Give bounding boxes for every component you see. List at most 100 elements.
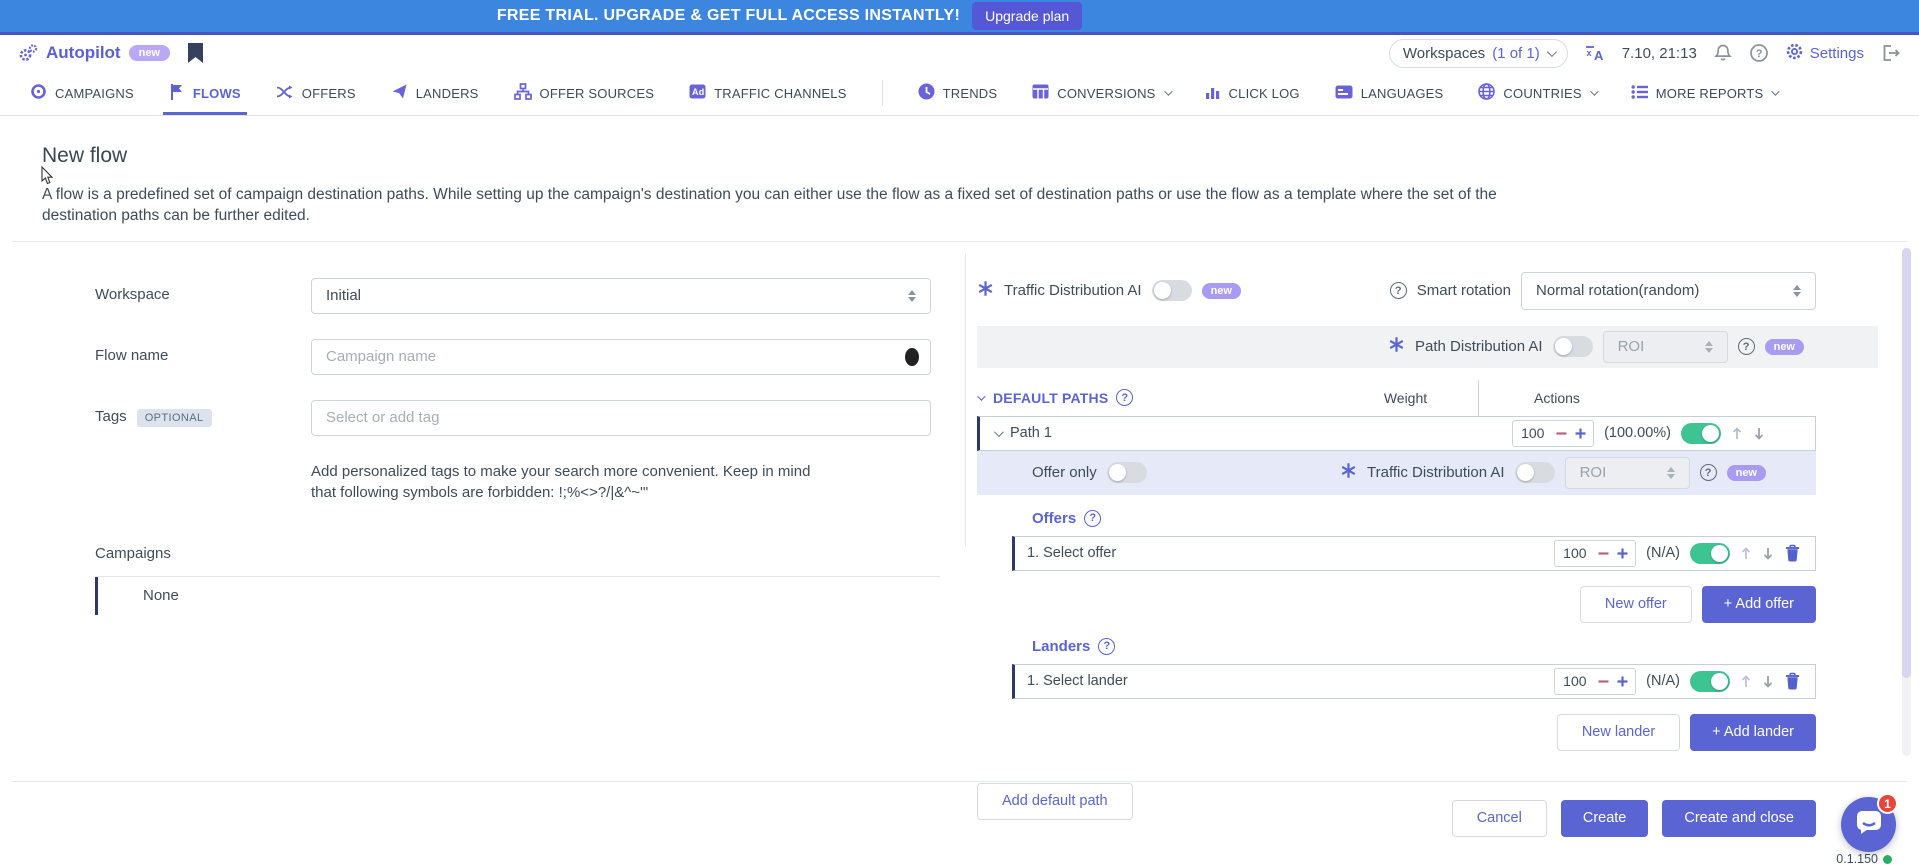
scrollbar-thumb[interactable] — [1902, 248, 1911, 678]
chat-icon — [1855, 809, 1883, 840]
app-version: 0.1.150 — [1836, 852, 1892, 866]
new-badge: new — [1202, 283, 1241, 299]
smart-rotation-select[interactable]: Normal rotation(random) — [1521, 272, 1816, 310]
path-distribution-help-icon[interactable] — [1738, 338, 1755, 355]
new-offer-button[interactable]: New offer — [1580, 586, 1692, 623]
offer-weight-input[interactable] — [1557, 545, 1591, 561]
delete-trash-icon[interactable] — [1784, 672, 1801, 690]
nav-separator — [882, 80, 883, 106]
select-stepper-icon — [1667, 467, 1675, 479]
new-lander-button[interactable]: New lander — [1557, 714, 1680, 751]
offer-only-toggle[interactable] — [1107, 462, 1147, 483]
globe-icon — [1478, 83, 1495, 103]
add-default-path-button[interactable]: Add default path — [977, 783, 1133, 820]
svg-text:A: A — [1594, 48, 1604, 63]
brand[interactable]: Autopilot new — [18, 43, 170, 63]
chat-widget-button[interactable]: 1 — [1841, 797, 1896, 852]
move-up-icon[interactable] — [1740, 546, 1752, 561]
offer-enabled-toggle[interactable] — [1690, 543, 1730, 564]
ad-icon: Ad — [689, 84, 706, 102]
scrollbar[interactable] — [1902, 248, 1911, 756]
default-paths-help-icon[interactable] — [1116, 389, 1133, 406]
brand-name: Autopilot — [46, 43, 121, 63]
tab-traffic-channels[interactable]: Ad TRAFFIC CHANNELS — [689, 71, 847, 115]
tab-conversions[interactable]: CONVERSIONS — [1032, 71, 1169, 115]
move-down-icon[interactable] — [1762, 546, 1774, 561]
flow-name-input[interactable] — [311, 339, 931, 375]
tags-input[interactable] — [311, 400, 931, 436]
notifications-bell-icon[interactable] — [1713, 43, 1733, 63]
tab-offers[interactable]: OFFERS — [276, 71, 356, 115]
path-traffic-ai-toggle[interactable] — [1515, 462, 1555, 483]
optional-badge: OPTIONAL — [137, 409, 212, 427]
lander-enabled-toggle[interactable] — [1690, 671, 1730, 692]
tab-flows[interactable]: FLOWS — [169, 71, 241, 115]
bookmark-icon[interactable] — [188, 43, 203, 63]
select-stepper-icon — [908, 290, 916, 302]
path-name: Path 1 — [1010, 425, 1052, 441]
path-roi-select[interactable]: ROI — [1603, 331, 1728, 363]
main-nav: CAMPAIGNS FLOWS OFFERS — [0, 71, 1919, 116]
status-dot — [1883, 855, 1892, 864]
translate-icon[interactable]: x A — [1584, 43, 1606, 63]
move-up-icon[interactable] — [1731, 426, 1743, 441]
settings-button[interactable]: Settings — [1785, 42, 1864, 65]
flow-settings-column: Workspace Initial Flow name Tags — [12, 242, 965, 766]
svg-text:x: x — [1586, 48, 1591, 58]
workspace-value: Initial — [326, 287, 361, 304]
tab-landers[interactable]: LANDERS — [391, 71, 479, 115]
roi-value: ROI — [1618, 338, 1645, 355]
datetime: 7.10, 21:13 — [1622, 45, 1697, 62]
smart-rotation-help-icon[interactable] — [1390, 282, 1407, 299]
traffic-ai-help-icon[interactable] — [1700, 464, 1717, 481]
logout-icon[interactable] — [1880, 43, 1901, 63]
new-badge: new — [1727, 465, 1766, 481]
help-icon[interactable]: ? — [1749, 43, 1769, 63]
add-offer-button[interactable]: + Add offer — [1702, 586, 1816, 623]
traffic-distribution-ai-toggle[interactable] — [1152, 280, 1192, 301]
landers-help-icon[interactable] — [1098, 638, 1115, 655]
decrease-weight-icon[interactable] — [1597, 547, 1610, 560]
workspaces-dropdown[interactable]: Workspaces (1 of 1) — [1389, 39, 1568, 68]
tab-trends[interactable]: TRENDS — [918, 71, 998, 115]
lander-weight-input[interactable] — [1557, 673, 1591, 689]
increase-weight-icon[interactable] — [1616, 547, 1629, 560]
path-row: Path 1 (100.00%) — [977, 416, 1816, 451]
workspace-select[interactable]: Initial — [311, 278, 931, 314]
tab-more-reports[interactable]: MORE REPORTS — [1631, 71, 1778, 115]
path-enabled-toggle[interactable] — [1681, 423, 1721, 444]
tags-help-text: Add personalized tags to make your searc… — [311, 461, 836, 503]
flag-icon — [169, 83, 185, 103]
tab-countries[interactable]: COUNTRIES — [1478, 71, 1595, 115]
page-title: New flow — [42, 144, 1877, 168]
default-paths-header[interactable]: DEFAULT PATHS — [977, 389, 1333, 406]
path-weight-input[interactable] — [1515, 425, 1549, 441]
tab-offer-sources[interactable]: OFFER SOURCES — [514, 71, 655, 115]
app-header: Autopilot new Workspaces (1 of 1) x A 7.… — [0, 35, 1919, 71]
page-description: A flow is a predefined set of campaign d… — [42, 184, 1537, 227]
chevron-down-icon — [994, 427, 1004, 437]
add-lander-button[interactable]: + Add lander — [1690, 714, 1816, 751]
lander-select[interactable]: 1. Select lander — [1027, 673, 1554, 689]
tab-campaigns[interactable]: CAMPAIGNS — [30, 71, 134, 115]
delete-trash-icon[interactable] — [1784, 544, 1801, 562]
ai-sparkle-icon — [1388, 336, 1405, 358]
upgrade-plan-button[interactable]: Upgrade plan — [972, 2, 1082, 30]
path-distribution-ai-toggle[interactable] — [1553, 336, 1593, 357]
path-traffic-roi-select[interactable]: ROI — [1565, 457, 1690, 489]
move-down-icon[interactable] — [1762, 674, 1774, 689]
decrease-weight-icon[interactable] — [1555, 427, 1568, 440]
flow-color-picker[interactable] — [905, 348, 919, 366]
move-down-icon[interactable] — [1753, 426, 1765, 441]
increase-weight-icon[interactable] — [1616, 675, 1629, 688]
move-up-icon[interactable] — [1740, 674, 1752, 689]
tab-languages[interactable]: LANGUAGES — [1335, 71, 1444, 115]
svg-text:?: ? — [1756, 48, 1763, 60]
workspace-label: Workspace — [95, 278, 311, 314]
offer-select[interactable]: 1. Select offer — [1027, 545, 1554, 561]
offers-help-icon[interactable] — [1084, 510, 1101, 527]
decrease-weight-icon[interactable] — [1597, 675, 1610, 688]
tab-click-log[interactable]: CLICK LOG — [1205, 71, 1300, 115]
increase-weight-icon[interactable] — [1574, 427, 1587, 440]
path-toggle-expand[interactable]: Path 1 — [994, 425, 1512, 441]
